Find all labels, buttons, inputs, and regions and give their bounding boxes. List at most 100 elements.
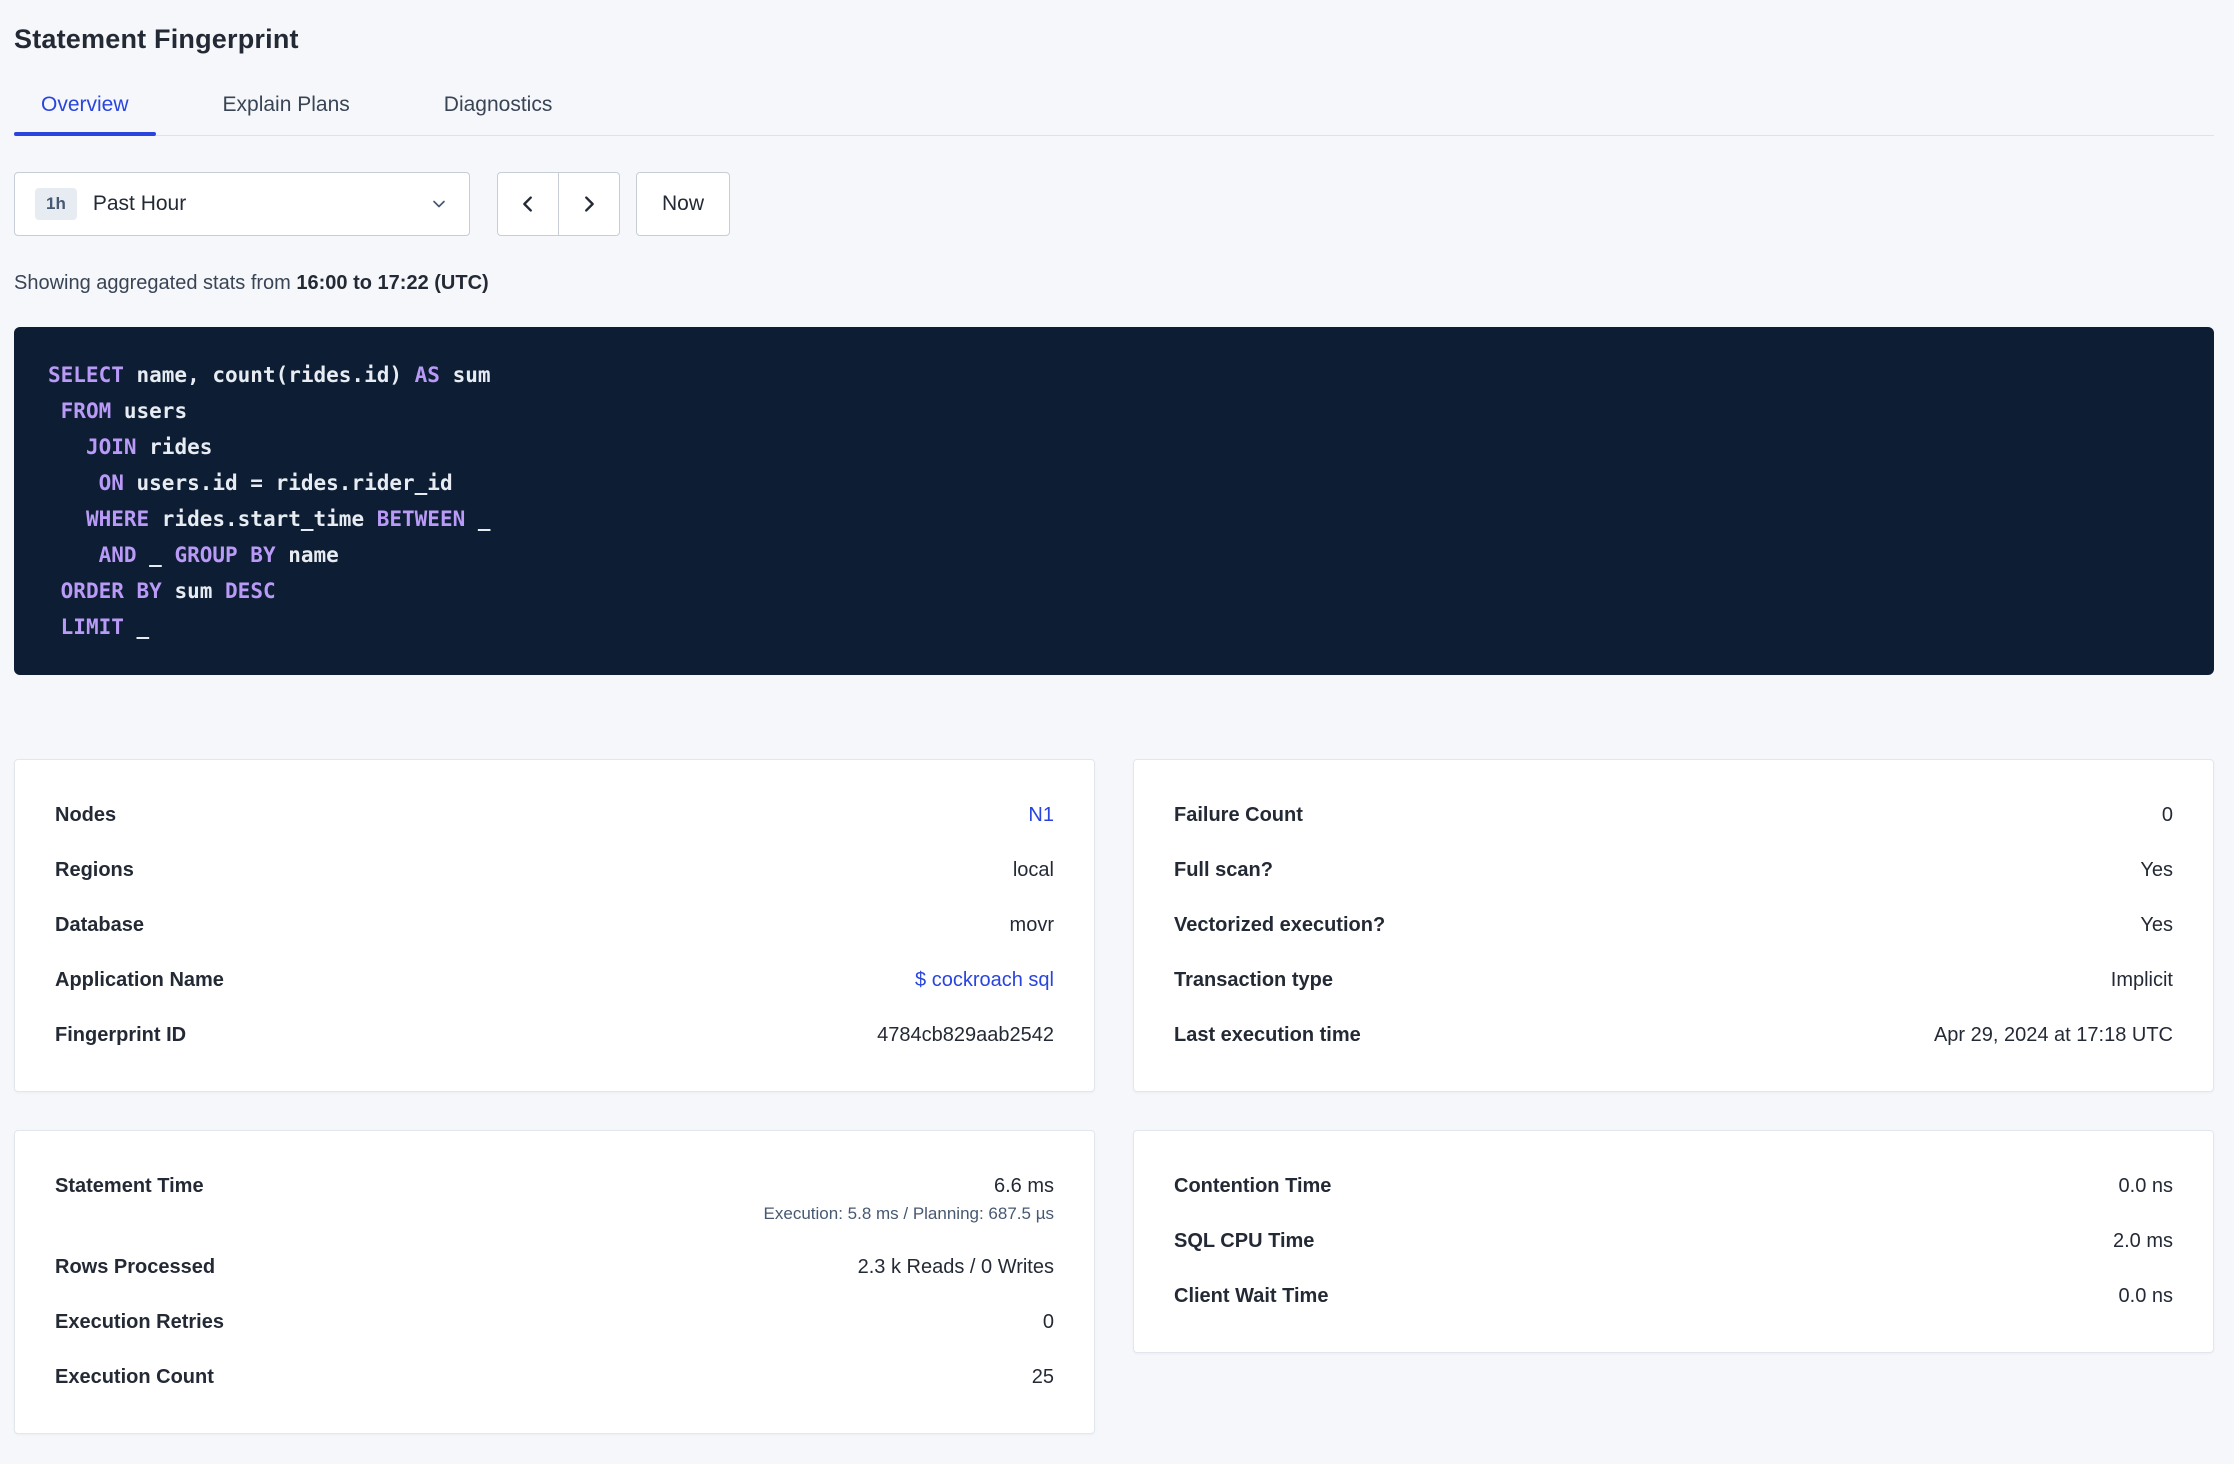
sql-line: ON users.id = rides.rider_id	[48, 465, 2180, 501]
stat-value: 6.6 ms	[993, 1175, 1054, 1197]
statement-time-card: Statement Time 6.6 ms Execution: 5.8 ms …	[14, 1130, 1095, 1434]
caption-prefix: Showing aggregated stats from	[14, 272, 297, 294]
stat-value: 25	[1031, 1366, 1054, 1388]
sql-text: sum	[439, 363, 491, 387]
stat-value: Apr 29, 2024 at 17:18 UTC	[1933, 1024, 2173, 1046]
stat-row: Application Name $ cockroach sql	[55, 953, 1054, 1008]
stat-row: Statement Time 6.6 ms Execution: 5.8 ms …	[55, 1159, 1054, 1240]
sql-keyword: ORDER BY	[60, 579, 162, 603]
stat-label: Client Wait Time	[1174, 1285, 1329, 1307]
stat-row: Execution Retries 0	[55, 1295, 1054, 1350]
next-range-button[interactable]	[558, 172, 620, 236]
stat-value: 0	[1042, 1311, 1054, 1333]
now-button[interactable]: Now	[636, 172, 730, 236]
stat-label: Full scan?	[1174, 859, 1273, 881]
range-nav-group	[497, 172, 620, 236]
chevron-down-icon	[429, 194, 449, 214]
time-range-dropdown[interactable]: 1h Past Hour	[14, 172, 470, 236]
sql-keyword: BETWEEN	[376, 507, 466, 531]
sql-text: name	[275, 543, 339, 567]
stat-label: Regions	[55, 859, 134, 881]
stat-label: Vectorized execution?	[1174, 914, 1386, 936]
stat-label: Contention Time	[1174, 1175, 1332, 1197]
stat-row: Last execution time Apr 29, 2024 at 17:1…	[1174, 1008, 2173, 1063]
statement-details-card: Nodes N1 Regions local Database movr App…	[14, 759, 1095, 1092]
stat-value-group: 6.6 ms Execution: 5.8 ms / Planning: 687…	[764, 1175, 1054, 1224]
stat-label: Fingerprint ID	[55, 1024, 187, 1046]
sql-keyword: JOIN	[85, 435, 137, 459]
tab-bar: Overview Explain Plans Diagnostics	[14, 87, 2214, 136]
sql-text: users.id = rides.rider_id	[123, 471, 453, 495]
stat-value[interactable]: N1	[1028, 804, 1054, 827]
previous-range-button[interactable]	[497, 172, 559, 236]
stat-row: SQL CPU Time 2.0 ms	[1174, 1214, 2173, 1269]
sql-keyword: FROM	[60, 399, 112, 423]
stat-row: Full scan? Yes	[1174, 843, 2173, 898]
sql-keyword: LIMIT	[60, 615, 124, 639]
stat-label: Failure Count	[1174, 804, 1303, 826]
stat-value[interactable]: $ cockroach sql	[915, 969, 1054, 992]
sql-keyword: GROUP BY	[174, 543, 276, 567]
stat-row: Client Wait Time 0.0 ns	[1174, 1269, 2173, 1324]
stat-row: Rows Processed 2.3 k Reads / 0 Writes	[55, 1240, 1054, 1295]
stat-value-group: 0	[1043, 1311, 1054, 1334]
sql-keyword: WHERE	[85, 507, 150, 531]
sql-text: rides.start_time	[149, 507, 377, 531]
stat-value: 0	[2161, 804, 2173, 826]
sql-text: users	[111, 399, 188, 423]
sql-code: SELECT name, count(rides.id) AS sum FROM…	[14, 327, 2214, 675]
stat-label: Transaction type	[1174, 969, 1333, 991]
stat-label: Execution Count	[55, 1366, 214, 1388]
stat-row: Contention Time 0.0 ns	[1174, 1159, 2173, 1214]
sql-line: AND _ GROUP BY name	[48, 537, 2180, 573]
stat-label: Statement Time	[55, 1175, 204, 1197]
sql-keyword: AS	[414, 363, 440, 387]
stat-label: Execution Retries	[55, 1311, 224, 1333]
aggregated-stats-caption: Showing aggregated stats from 16:00 to 1…	[14, 272, 2214, 295]
stat-value: local	[1012, 859, 1054, 881]
stat-row: Transaction type Implicit	[1174, 953, 2173, 1008]
sql-line: JOIN rides	[48, 429, 2180, 465]
statement-fingerprint-page: Statement Fingerprint Overview Explain P…	[0, 0, 2234, 1464]
sql-keyword: DESC	[225, 579, 276, 603]
tab-item[interactable]: Diagnostics	[417, 87, 580, 135]
time-range-label: Past Hour	[92, 192, 187, 215]
tab-item[interactable]: Explain Plans	[196, 87, 377, 135]
tab-label: Diagnostics	[443, 93, 553, 116]
stat-row: Regions local	[55, 843, 1054, 898]
stat-label: Database	[55, 914, 144, 936]
sql-keyword: SELECT	[48, 363, 124, 387]
stat-row: Database movr	[55, 898, 1054, 953]
stat-row: Failure Count 0	[1174, 788, 2173, 843]
stat-row: Nodes N1	[55, 788, 1054, 843]
stat-value: 2.0 ms	[2112, 1230, 2173, 1252]
overview-card-row: Nodes N1 Regions local Database movr App…	[14, 759, 2214, 1092]
sql-text: name, count(rides.id)	[123, 363, 415, 387]
stat-value: Implicit	[2110, 969, 2173, 991]
tab-item[interactable]: Overview	[14, 87, 156, 136]
stat-label: Nodes	[55, 804, 117, 826]
sql-line: LIMIT _	[48, 609, 2180, 645]
time-range-badge: 1h	[35, 188, 77, 220]
tab-label: Explain Plans	[222, 93, 350, 116]
stat-value: movr	[1009, 914, 1054, 936]
wait-time-card: Contention Time 0.0 ns SQL CPU Time 2.0 …	[1133, 1130, 2214, 1353]
sql-line: SELECT name, count(rides.id) AS sum	[48, 357, 2180, 393]
sql-line: ORDER BY sum DESC	[48, 573, 2180, 609]
stat-value: Yes	[2140, 859, 2173, 881]
stat-value: 4784cb829aab2542	[877, 1024, 1054, 1046]
time-toolbar: 1h Past Hour Now	[14, 172, 2214, 236]
stat-row: Execution Count 25	[55, 1350, 1054, 1405]
sql-keyword: AND	[98, 543, 137, 567]
sql-line: FROM users	[48, 393, 2180, 429]
stat-value: 0.0 ns	[2118, 1175, 2173, 1197]
tab-label: Overview	[41, 93, 129, 116]
page-title: Statement Fingerprint	[14, 24, 299, 54]
stat-value: Yes	[2140, 914, 2173, 936]
